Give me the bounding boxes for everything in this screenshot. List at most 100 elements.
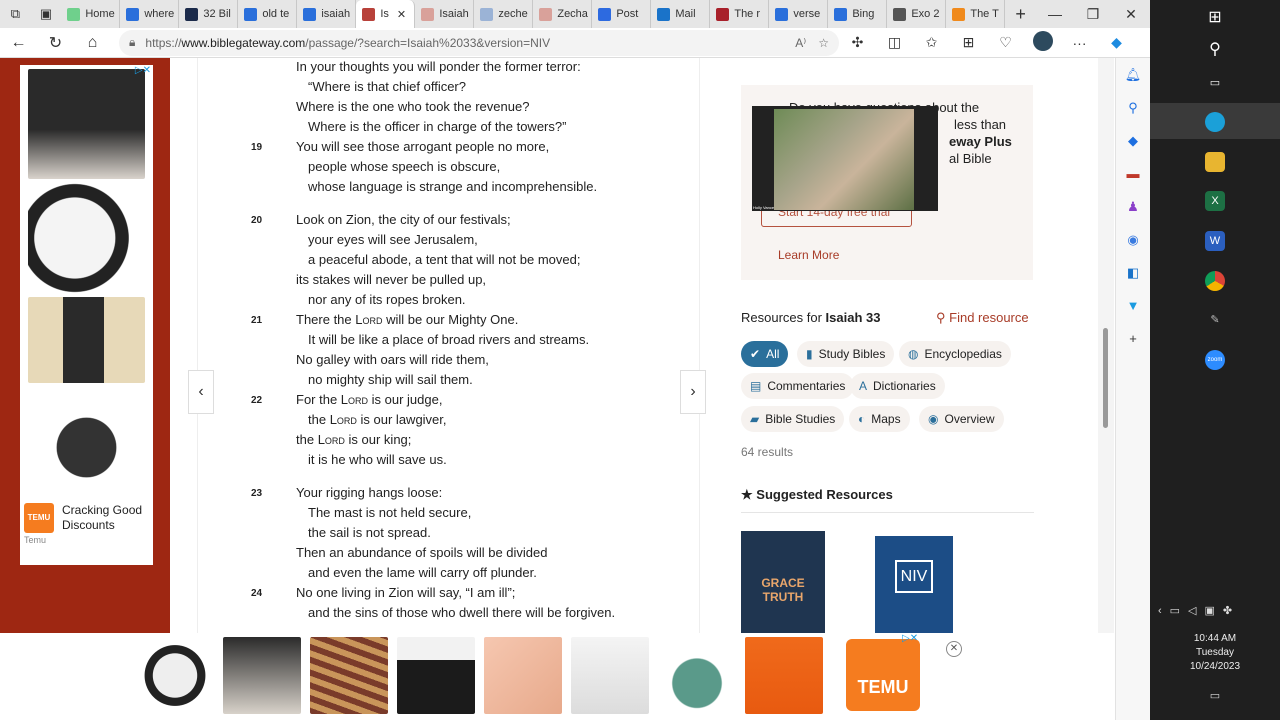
paint-icon[interactable]: ✎ bbox=[1205, 310, 1225, 330]
workspaces-icon[interactable]: ⧉ bbox=[0, 6, 31, 22]
taskbar-clock[interactable]: 10:44 AM Tuesday 10/24/2023 bbox=[1150, 632, 1280, 674]
new-tab-button[interactable]: + bbox=[1005, 4, 1036, 25]
filter-chip-bible-studies[interactable]: ▰ Bible Studies bbox=[741, 406, 845, 432]
tab-15[interactable]: The T bbox=[946, 0, 1006, 28]
microsoft365-icon[interactable]: ◉ bbox=[1116, 223, 1150, 256]
suggested-resources-heading: ★ Suggested Resources bbox=[741, 487, 1034, 513]
ad-choices-icon[interactable]: ▷✕ bbox=[902, 633, 918, 644]
close-tab-icon[interactable]: ✕ bbox=[397, 8, 406, 21]
filter-chip-all[interactable]: ✔ All bbox=[741, 341, 789, 367]
favorite-star-icon[interactable]: ☆ bbox=[818, 36, 829, 50]
bottom-ad-banner[interactable]: TEMU ▷✕ ✕ bbox=[130, 633, 962, 718]
system-tray-icons[interactable]: ‹▭◁▣✤ bbox=[1158, 604, 1240, 617]
ad-product-image[interactable] bbox=[310, 637, 388, 714]
video-overlay[interactable]: Holly Vance bbox=[752, 106, 938, 211]
tab-label: The r bbox=[734, 8, 761, 20]
favorites-icon[interactable]: ✩ bbox=[913, 34, 950, 51]
tab-3[interactable]: old te bbox=[238, 0, 298, 28]
shopping-icon[interactable]: ◆ bbox=[1116, 124, 1150, 157]
tab-actions-icon[interactable]: ▣ bbox=[31, 6, 62, 22]
tab-10[interactable]: Mail bbox=[651, 0, 711, 28]
games-icon[interactable]: ♟ bbox=[1116, 190, 1150, 223]
tab-9[interactable]: Post bbox=[592, 0, 652, 28]
back-button[interactable]: ← bbox=[0, 34, 37, 52]
read-aloud-icon[interactable]: A⁾ bbox=[795, 36, 806, 50]
tab-5[interactable]: Is ✕ bbox=[356, 0, 416, 28]
tab-label: 32 Bil bbox=[203, 8, 231, 20]
filter-chip-maps[interactable]: ◐ Maps bbox=[849, 406, 910, 432]
add-sidebar-icon[interactable]: + bbox=[1116, 322, 1150, 355]
ad-product-image[interactable] bbox=[397, 637, 475, 714]
tab-4[interactable]: isaiah bbox=[297, 0, 357, 28]
windows-start-icon[interactable]: ⊞ bbox=[1205, 8, 1225, 28]
more-menu-icon[interactable]: ··· bbox=[1061, 35, 1098, 51]
refresh-button[interactable]: ↻ bbox=[37, 33, 74, 53]
tab-1[interactable]: where bbox=[120, 0, 180, 28]
tab-7[interactable]: zeche bbox=[474, 0, 534, 28]
ad-product-image[interactable] bbox=[484, 637, 562, 714]
drop-icon[interactable]: ▼ bbox=[1116, 289, 1150, 322]
minimize-button[interactable]: — bbox=[1036, 6, 1074, 23]
page-scrollbar[interactable] bbox=[1098, 58, 1114, 633]
ad-product-image[interactable] bbox=[745, 637, 823, 714]
ad-image-tshirt[interactable] bbox=[28, 69, 145, 179]
book-niv[interactable]: NIV bbox=[875, 536, 953, 633]
filter-chip-dictionaries[interactable]: A Dictionaries bbox=[850, 373, 945, 399]
ad-image-cat-sign[interactable] bbox=[28, 297, 145, 383]
book-grace-truth[interactable]: GRACE TRUTH bbox=[741, 531, 825, 633]
close-window-button[interactable]: ✕ bbox=[1112, 6, 1150, 23]
tab-12[interactable]: verse bbox=[769, 0, 829, 28]
profile-avatar[interactable] bbox=[1024, 31, 1061, 54]
tab-6[interactable]: Isaiah bbox=[415, 0, 475, 28]
chrome-icon[interactable] bbox=[1205, 271, 1225, 291]
file-explorer-icon[interactable] bbox=[1205, 152, 1225, 172]
previous-chapter-button[interactable]: ‹ bbox=[188, 370, 214, 414]
close-ad-icon[interactable]: ✕ bbox=[946, 641, 962, 657]
ad-product-image[interactable] bbox=[658, 637, 736, 714]
tab-11[interactable]: The r bbox=[710, 0, 770, 28]
browser-essentials-icon[interactable]: ♡ bbox=[987, 34, 1024, 51]
url-field[interactable]: 🔒︎ https://www.biblegateway.com/passage/… bbox=[119, 29, 839, 56]
excel-icon[interactable]: X bbox=[1205, 191, 1225, 211]
tools-icon[interactable]: ▬ bbox=[1116, 157, 1150, 190]
find-resource-link[interactable]: ⚲ Find resource bbox=[936, 310, 1029, 326]
collections-icon[interactable]: ⊞ bbox=[950, 34, 987, 51]
chip-icon: ▮ bbox=[806, 347, 813, 361]
scrollbar-thumb[interactable] bbox=[1103, 328, 1108, 428]
ad-product-image[interactable] bbox=[136, 637, 214, 714]
task-view-icon[interactable]: ▭ bbox=[1205, 73, 1225, 93]
tab-2[interactable]: 32 Bil bbox=[179, 0, 239, 28]
ad-image-mug[interactable] bbox=[28, 183, 145, 293]
filter-chip-overview[interactable]: ◉ Overview bbox=[919, 406, 1004, 432]
outlook-icon[interactable]: ◧ bbox=[1116, 256, 1150, 289]
word-icon[interactable]: W bbox=[1205, 231, 1225, 251]
tab-14[interactable]: Exo 2 bbox=[887, 0, 947, 28]
edge-taskbar-icon[interactable] bbox=[1205, 112, 1225, 132]
verse-line: Where is the officer in charge of the to… bbox=[308, 119, 567, 134]
extensions-icon[interactable]: ✣ bbox=[839, 34, 876, 51]
zoom-icon[interactable]: zoom bbox=[1205, 350, 1225, 370]
ad-product-image[interactable] bbox=[223, 637, 301, 714]
ad-choices-icon[interactable]: ▷✕ bbox=[135, 65, 151, 76]
ad-footer[interactable]: TEMU Cracking Good Discounts bbox=[20, 501, 153, 535]
ad-product-image[interactable] bbox=[571, 637, 649, 714]
restore-button[interactable]: ❐ bbox=[1074, 6, 1112, 23]
tab-8[interactable]: Zecha bbox=[533, 0, 593, 28]
learn-more-link[interactable]: Learn More bbox=[778, 248, 839, 262]
ad-card[interactable]: ▷✕ TEMU Cracking Good Discounts Temu bbox=[20, 65, 153, 565]
notifications-icon[interactable]: 🔔︎ bbox=[1116, 58, 1150, 91]
taskbar-search-icon[interactable]: ⚲ bbox=[1205, 40, 1225, 60]
next-chapter-button[interactable]: › bbox=[680, 370, 706, 414]
tab-strip: Home where 32 Bil old te isaiah Is ✕ Isaiah zech… bbox=[61, 0, 1006, 28]
tab-0[interactable]: Home bbox=[61, 0, 121, 28]
filter-chip-commentaries[interactable]: ▤ Commentaries bbox=[741, 373, 855, 399]
search-sidebar-icon[interactable]: ⚲ bbox=[1116, 91, 1150, 124]
notification-center-icon[interactable]: ▭ bbox=[1205, 686, 1225, 706]
tab-13[interactable]: Bing bbox=[828, 0, 888, 28]
home-button[interactable]: ⌂ bbox=[74, 34, 111, 52]
filter-chip-encyclopedias[interactable]: ◍ Encyclopedias bbox=[899, 341, 1011, 367]
split-screen-icon[interactable]: ◫ bbox=[876, 34, 913, 51]
copilot-icon[interactable]: ◆ bbox=[1098, 34, 1135, 51]
ad-image-projector[interactable] bbox=[28, 387, 145, 497]
filter-chip-study-bibles[interactable]: ▮ Study Bibles bbox=[797, 341, 895, 367]
